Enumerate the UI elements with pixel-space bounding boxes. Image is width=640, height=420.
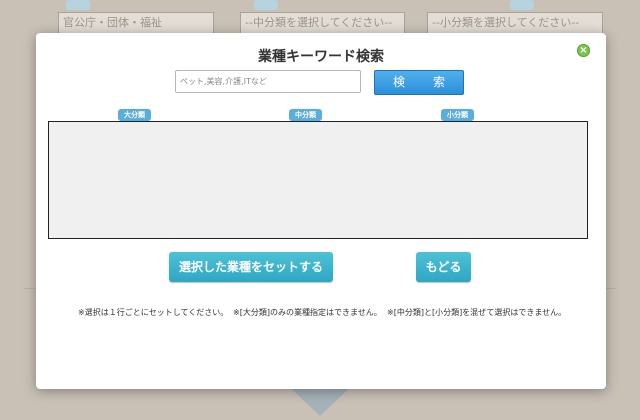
keyword-search-modal: × 業種キーワード検索 検 索 大分類 中分類 小分類 選択した業種をセットする…: [36, 33, 606, 389]
note-no-mixing: ※[中分類]と[小分類]を混ぜて選択はできません。: [387, 308, 567, 317]
bg-middle-placeholder: --中分類を選択してください--: [245, 16, 393, 29]
back-button[interactable]: もどる: [416, 252, 471, 282]
bg-minor-placeholder: --小分類を選択してください--: [432, 16, 580, 29]
search-results-list[interactable]: [48, 121, 588, 239]
minor-category-label: 小分類: [441, 109, 474, 121]
middle-category-label: 中分類: [289, 109, 322, 121]
bg-label-mark: [66, 0, 90, 10]
modal-title: 業種キーワード検索: [258, 49, 384, 65]
note-major-only: ※[大分類]のみの業種指定はできません。: [233, 308, 382, 317]
bg-major-option: 官公庁・団体・福祉: [63, 16, 162, 29]
search-button[interactable]: 検 索: [374, 70, 464, 95]
keyword-search-input[interactable]: [175, 70, 361, 93]
bg-label-mark: [510, 0, 534, 10]
set-industry-button[interactable]: 選択した業種をセットする: [169, 252, 333, 282]
bg-label-mark: [254, 0, 278, 10]
note-one-row: ※選択は１行ごとにセットしてください。: [78, 308, 229, 317]
major-category-label: 大分類: [118, 109, 151, 121]
